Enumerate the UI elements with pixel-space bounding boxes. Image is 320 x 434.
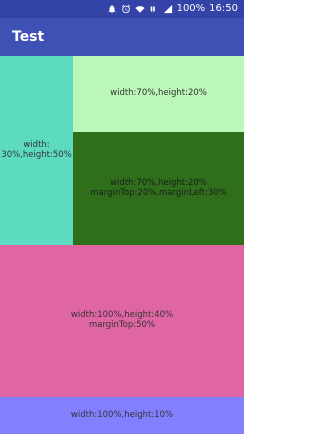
layout-block-dark-label: width:70%,height:20% marginTop:20%,margi… — [90, 177, 227, 198]
app-root: 100% 16:50 Test width: 30%,height:50% wi… — [0, 0, 244, 434]
layout-block-dark: width:70%,height:20% marginTop:20%,margi… — [73, 132, 244, 245]
battery-percent: 100% — [176, 3, 206, 14]
layout-block-pink: width:100%,height:40% marginTop:50% — [0, 245, 244, 397]
4g-icon — [149, 4, 159, 14]
layout-block-left: width: 30%,height:50% — [0, 56, 73, 245]
wifi-icon — [134, 4, 145, 14]
app-title: Test — [12, 29, 45, 45]
status-bar: 100% 16:50 — [0, 0, 244, 18]
app-bar: Test — [0, 18, 244, 56]
layout-block-purple: width:100%,height:10% — [0, 397, 244, 434]
layout-block-top-right: width:70%,height:20% — [73, 56, 244, 132]
time-text: 16:50 — [209, 3, 238, 14]
notifications-off-icon — [107, 4, 117, 14]
alarm-icon — [121, 4, 131, 14]
signal-icon — [163, 4, 173, 14]
layout-block-pink-label: width:100%,height:40% marginTop:50% — [70, 310, 174, 330]
layout-block-purple-label: width:100%,height:10% — [70, 409, 174, 420]
layout-block-left-label: width: 30%,height:50% — [1, 139, 72, 160]
layout-block-top-right-label: width:70%,height:20% — [110, 88, 207, 99]
